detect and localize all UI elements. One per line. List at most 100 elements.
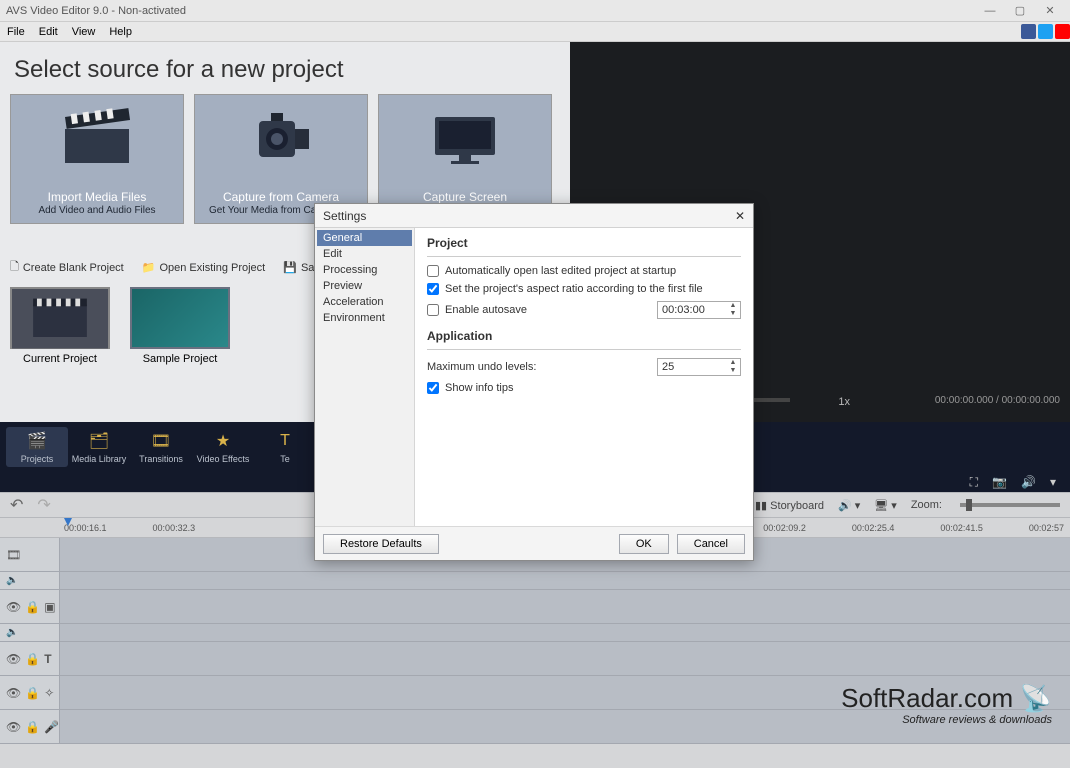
video-effects-icon: ★ [212,430,234,452]
toolbar-text[interactable]: TTe [254,427,316,467]
media-library-icon: 🗂 [88,430,110,452]
ruler-tick: 00:00:32.3 [153,523,196,533]
watermark: SoftRadar.com 📡 Software reviews & downl… [841,683,1052,726]
maximize-button[interactable]: ▢ [1006,2,1034,20]
menu-view[interactable]: View [65,26,103,38]
projects-icon: 🎬 [26,430,48,452]
minimize-button[interactable]: — [976,2,1004,20]
card-sub: Add Video and Audio Files [38,205,155,216]
snapshot-icon[interactable]: 📷 [992,475,1007,489]
toolbar-media-library[interactable]: 🗂 Media Library [68,427,130,467]
twitter-icon[interactable] [1038,24,1053,39]
settings-tab-processing[interactable]: Processing [317,262,412,278]
playhead-marker[interactable] [64,518,72,526]
settings-tab-environment[interactable]: Environment [317,310,412,326]
redo-button[interactable]: ↷ [37,495,50,515]
eye-icon[interactable]: 👁 [6,686,21,700]
clapperboard-icon [57,107,137,167]
restore-defaults-button[interactable]: Restore Defaults [323,534,439,554]
youtube-icon[interactable] [1055,24,1070,39]
video-track-icon: 🎞 [6,548,21,562]
card-import-media[interactable]: Import Media Files Add Video and Audio F… [10,94,184,224]
mic-track-icon: 🎤 [44,720,59,734]
clapper-thumb-icon [12,289,108,349]
menu-file[interactable]: File [0,26,32,38]
checkbox-aspect-ratio[interactable] [427,283,439,295]
section-project: Project [427,236,741,250]
settings-tab-general[interactable]: General [317,230,412,246]
label-tips: Show info tips [445,382,513,394]
preview-timecode: 00:00:00.000 / 00:00:00.000 [935,395,1060,406]
dialog-close-button[interactable]: ✕ [735,209,745,223]
card-title: Capture from Camera [223,190,339,204]
title-bar: AVS Video Editor 9.0 - Non-activated — ▢… [0,0,1070,22]
document-icon: 🗋 [10,258,19,277]
preview-speed: 1x [838,396,850,408]
text-track-icon: T [44,652,51,666]
checkbox-info-tips[interactable] [427,382,439,394]
ruler-tick: 00:02:09.2 [763,523,806,533]
menu-edit[interactable]: Edit [32,26,65,38]
eye-icon[interactable]: 👁 [6,600,21,614]
close-button[interactable]: ✕ [1036,2,1064,20]
card-title: Import Media Files [48,190,147,204]
lock-icon[interactable]: 🔒 [25,652,40,666]
dialog-title: Settings [323,209,366,223]
settings-tab-edit[interactable]: Edit [317,246,412,262]
undo-levels-spinner[interactable]: 25 ▲▼ [657,358,741,376]
overlay-icon: ▣ [44,600,55,614]
text-icon: T [274,430,296,452]
save-icon: 💾 [283,261,297,274]
ruler-tick: 00:02:25.4 [852,523,895,533]
toolbar-projects[interactable]: 🎬 Projects [6,427,68,467]
undo-button[interactable]: ↶ [10,495,23,515]
toolbar-video-effects[interactable]: ★ Video Effects [192,427,254,467]
menu-bar: File Edit View Help [0,22,1070,42]
toolbar-label: Projects [21,454,54,464]
chevron-down-icon[interactable]: ▾ [1050,475,1056,489]
label-autosave: Enable autosave [445,304,527,316]
label-undo: Maximum undo levels: [427,361,536,373]
menu-help[interactable]: Help [102,26,139,38]
lock-icon[interactable]: 🔒 [25,600,40,614]
thumb-current-project[interactable]: Current Project [10,287,110,365]
toolbar-transitions[interactable]: 🎞Transitions [130,427,192,467]
autosave-interval-spinner[interactable]: 00:03:00 ▲▼ [657,301,741,319]
ok-button[interactable]: OK [619,534,669,554]
section-application: Application [427,329,741,343]
zoom-slider[interactable] [960,503,1060,507]
eye-icon[interactable]: 👁 [6,652,21,666]
audio-sub-icon: 🔈 [6,627,18,638]
transitions-icon: 🎞 [150,430,172,452]
ruler-tick: 00:02:57 [1029,523,1070,533]
toolbar-label: Video Effects [197,454,250,464]
facebook-icon[interactable] [1021,24,1036,39]
cancel-button[interactable]: Cancel [677,534,745,554]
open-existing-project[interactable]: 📁 Open Existing Project [142,261,265,274]
audio-sub-icon: 🔈 [6,575,18,586]
audio-mix-icon[interactable]: 🔊 ▾ [838,499,860,512]
display-icon[interactable]: 🖥 ▾ [874,499,897,512]
settings-tab-preview[interactable]: Preview [317,278,412,294]
window-title: AVS Video Editor 9.0 - Non-activated [6,5,186,17]
folder-icon: 📁 [142,261,156,274]
thumb-sample-project[interactable]: Sample Project [130,287,230,365]
lock-icon[interactable]: 🔒 [25,686,40,700]
monitor-icon [425,107,505,167]
lock-icon[interactable]: 🔒 [25,720,40,734]
settings-tab-acceleration[interactable]: Acceleration [317,294,412,310]
fullscreen-icon[interactable]: ⛶ [970,475,978,490]
effect-track-icon: ✧ [44,686,54,700]
settings-dialog: Settings ✕ GeneralEditProcessingPreviewA… [314,203,754,561]
checkbox-autosave[interactable] [427,304,439,316]
volume-icon[interactable]: 🔊 [1021,475,1036,489]
card-title: Capture Screen [423,190,507,204]
toolbar-label: Media Library [72,454,127,464]
create-blank-project[interactable]: 🗋 Create Blank Project [10,258,124,277]
eye-icon[interactable]: 👁 [6,720,21,734]
thumb-label: Current Project [23,353,97,365]
storyboard-toggle[interactable]: ▮▮▮ Storyboard [749,499,824,512]
zoom-label: Zoom: [911,499,942,511]
settings-tabs: GeneralEditProcessingPreviewAcceleration… [315,228,415,526]
checkbox-auto-open[interactable] [427,265,439,277]
